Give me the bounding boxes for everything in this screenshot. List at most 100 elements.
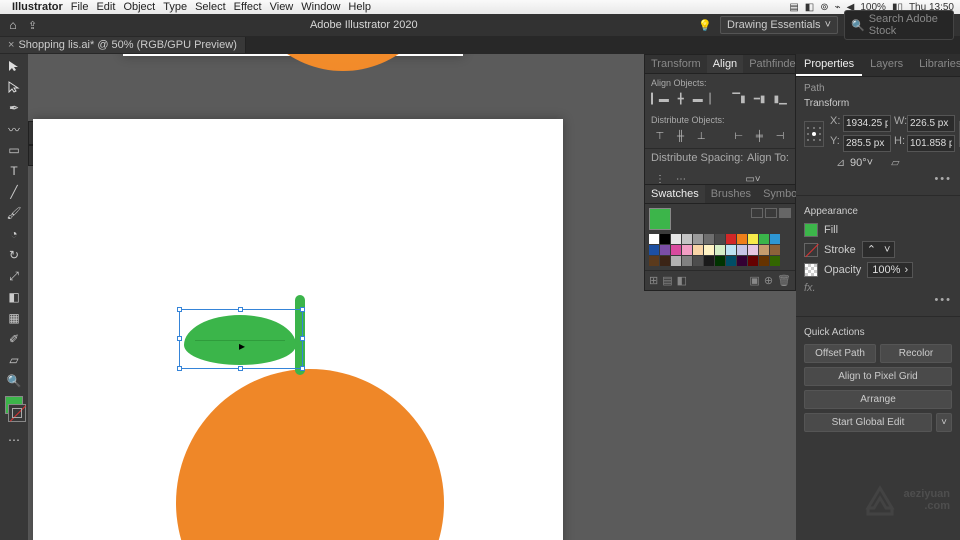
swatch-color[interactable]	[682, 256, 692, 266]
pen-tool-icon[interactable]: ✒	[2, 98, 26, 118]
align-top-icon[interactable]: ▔▮	[730, 91, 748, 107]
reference-point-icon[interactable]	[804, 121, 824, 147]
align-hcenter-icon[interactable]: ╋	[672, 91, 690, 107]
swatch-color[interactable]	[770, 256, 780, 266]
swatch-color[interactable]	[704, 256, 714, 266]
home-button[interactable]: ⌂	[0, 18, 26, 32]
curvature-tool-icon[interactable]: 〰	[2, 119, 26, 139]
current-fill-swatch[interactable]	[649, 208, 671, 230]
swatch-color[interactable]	[770, 245, 780, 255]
swatch-color[interactable]	[671, 245, 681, 255]
swatch-color[interactable]	[715, 245, 725, 255]
new-swatch-icon[interactable]: ⊕	[764, 274, 773, 287]
dist-bottom-icon[interactable]: ⊥	[692, 128, 710, 144]
handle-bl[interactable]	[177, 366, 182, 371]
handle-ml[interactable]	[177, 336, 182, 341]
menu-help[interactable]: Help	[348, 1, 371, 13]
close-icon[interactable]: ×	[8, 39, 14, 51]
tab-transform[interactable]: Transform	[645, 55, 707, 73]
swatch-color[interactable]	[704, 245, 714, 255]
learn-icon[interactable]: 💡	[698, 19, 712, 32]
swatch-color[interactable]	[726, 256, 736, 266]
direct-selection-tool-icon[interactable]	[2, 77, 26, 97]
swatch-kinds-icon[interactable]: ▤	[662, 274, 672, 287]
dist-top-icon[interactable]: ⊤	[651, 128, 669, 144]
align-right-icon[interactable]: ▬▕	[693, 91, 711, 107]
eraser-tool-icon[interactable]: ◧	[2, 287, 26, 307]
artboard-tool-icon[interactable]: ▱	[2, 350, 26, 370]
gradient-tool-icon[interactable]: ▦	[2, 308, 26, 328]
swatch-color[interactable]	[737, 234, 747, 244]
more-tools-icon[interactable]: ⋯	[2, 430, 26, 450]
align-vcenter-icon[interactable]: ━▮	[751, 91, 769, 107]
swatch-color[interactable]	[660, 234, 670, 244]
offset-path-button[interactable]: Offset Path	[804, 344, 876, 363]
swatch-color[interactable]	[660, 256, 670, 266]
stroke-swatch[interactable]	[804, 243, 818, 257]
swatch-color[interactable]	[693, 245, 703, 255]
stroke-color-swatch[interactable]	[8, 404, 26, 422]
swatch-color[interactable]	[671, 234, 681, 244]
align-left-icon[interactable]: ▎▬	[651, 91, 669, 107]
dist-hcenter-icon[interactable]: ╪	[751, 128, 769, 144]
paintbrush-tool-icon[interactable]: 🖌	[2, 203, 26, 223]
align-pixel-grid-button[interactable]: Align to Pixel Grid	[804, 367, 952, 386]
swatch-color[interactable]	[693, 256, 703, 266]
zoom-tool-icon[interactable]: 🔍	[2, 371, 26, 391]
rotate-input[interactable]: 90°˅	[850, 157, 873, 169]
tab-align[interactable]: Align	[707, 55, 743, 73]
recolor-button[interactable]: Recolor	[880, 344, 952, 363]
tab-layers[interactable]: Layers	[862, 54, 911, 76]
app-name[interactable]: Illustrator	[12, 1, 63, 13]
opacity-icon[interactable]	[804, 263, 818, 277]
swatch-color[interactable]	[748, 245, 758, 255]
swatch-color[interactable]	[748, 234, 758, 244]
swatch-color[interactable]	[671, 256, 681, 266]
swatch-color[interactable]	[759, 234, 769, 244]
fill-swatch[interactable]	[804, 223, 818, 237]
swatch-color[interactable]	[737, 245, 747, 255]
menu-file[interactable]: File	[71, 1, 89, 13]
artboard[interactable]: ▸	[33, 119, 563, 540]
workspace-dropdown[interactable]: Drawing Essentials˅	[720, 16, 838, 34]
swatch-color[interactable]	[715, 234, 725, 244]
menu-view[interactable]: View	[270, 1, 294, 13]
menu-effect[interactable]: Effect	[234, 1, 262, 13]
new-group-icon[interactable]: ▣	[749, 274, 759, 287]
w-input[interactable]	[907, 115, 955, 132]
align-bottom-icon[interactable]: ▮▁	[771, 91, 789, 107]
swatch-color[interactable]	[748, 256, 758, 266]
swatch-color[interactable]	[759, 256, 769, 266]
swatch-color[interactable]	[649, 245, 659, 255]
h-input[interactable]	[907, 135, 955, 152]
x-input[interactable]	[843, 115, 891, 132]
share-icon[interactable]: ⇪	[28, 19, 37, 32]
handle-tm[interactable]	[238, 307, 243, 312]
menu-select[interactable]: Select	[195, 1, 226, 13]
menu-edit[interactable]: Edit	[96, 1, 115, 13]
rotate-tool-icon[interactable]: ↻	[2, 245, 26, 265]
dist-left-icon[interactable]: ⊢	[730, 128, 748, 144]
swatch-color[interactable]	[649, 256, 659, 266]
tab-libraries[interactable]: Libraries	[911, 54, 960, 76]
swatch-color[interactable]	[715, 256, 725, 266]
global-edit-dropdown-icon[interactable]: ˅	[936, 413, 952, 432]
dist-right-icon[interactable]: ⊣	[771, 128, 789, 144]
tab-swatches[interactable]: Swatches	[645, 185, 705, 203]
handle-tr[interactable]	[300, 307, 305, 312]
swatch-color[interactable]	[737, 256, 747, 266]
handle-br[interactable]	[300, 366, 305, 371]
menu-window[interactable]: Window	[301, 1, 340, 13]
start-global-edit-button[interactable]: Start Global Edit	[804, 413, 932, 432]
shape-builder-tool-icon[interactable]: ◔	[2, 224, 26, 244]
swatch-view-small-icon[interactable]	[765, 208, 777, 218]
rectangle-tool-icon[interactable]: ▭	[2, 140, 26, 160]
swatch-color[interactable]	[649, 234, 659, 244]
swatch-color[interactable]	[682, 234, 692, 244]
search-stock[interactable]: 🔍Search Adobe Stock	[844, 10, 954, 40]
swatch-color[interactable]	[726, 245, 736, 255]
document-tab[interactable]: × Shopping lis.ai* @ 50% (RGB/GPU Previe…	[0, 37, 246, 53]
arrange-button[interactable]: Arrange	[804, 390, 952, 409]
swatch-color[interactable]	[693, 234, 703, 244]
swatch-view-large-icon[interactable]	[779, 208, 791, 218]
